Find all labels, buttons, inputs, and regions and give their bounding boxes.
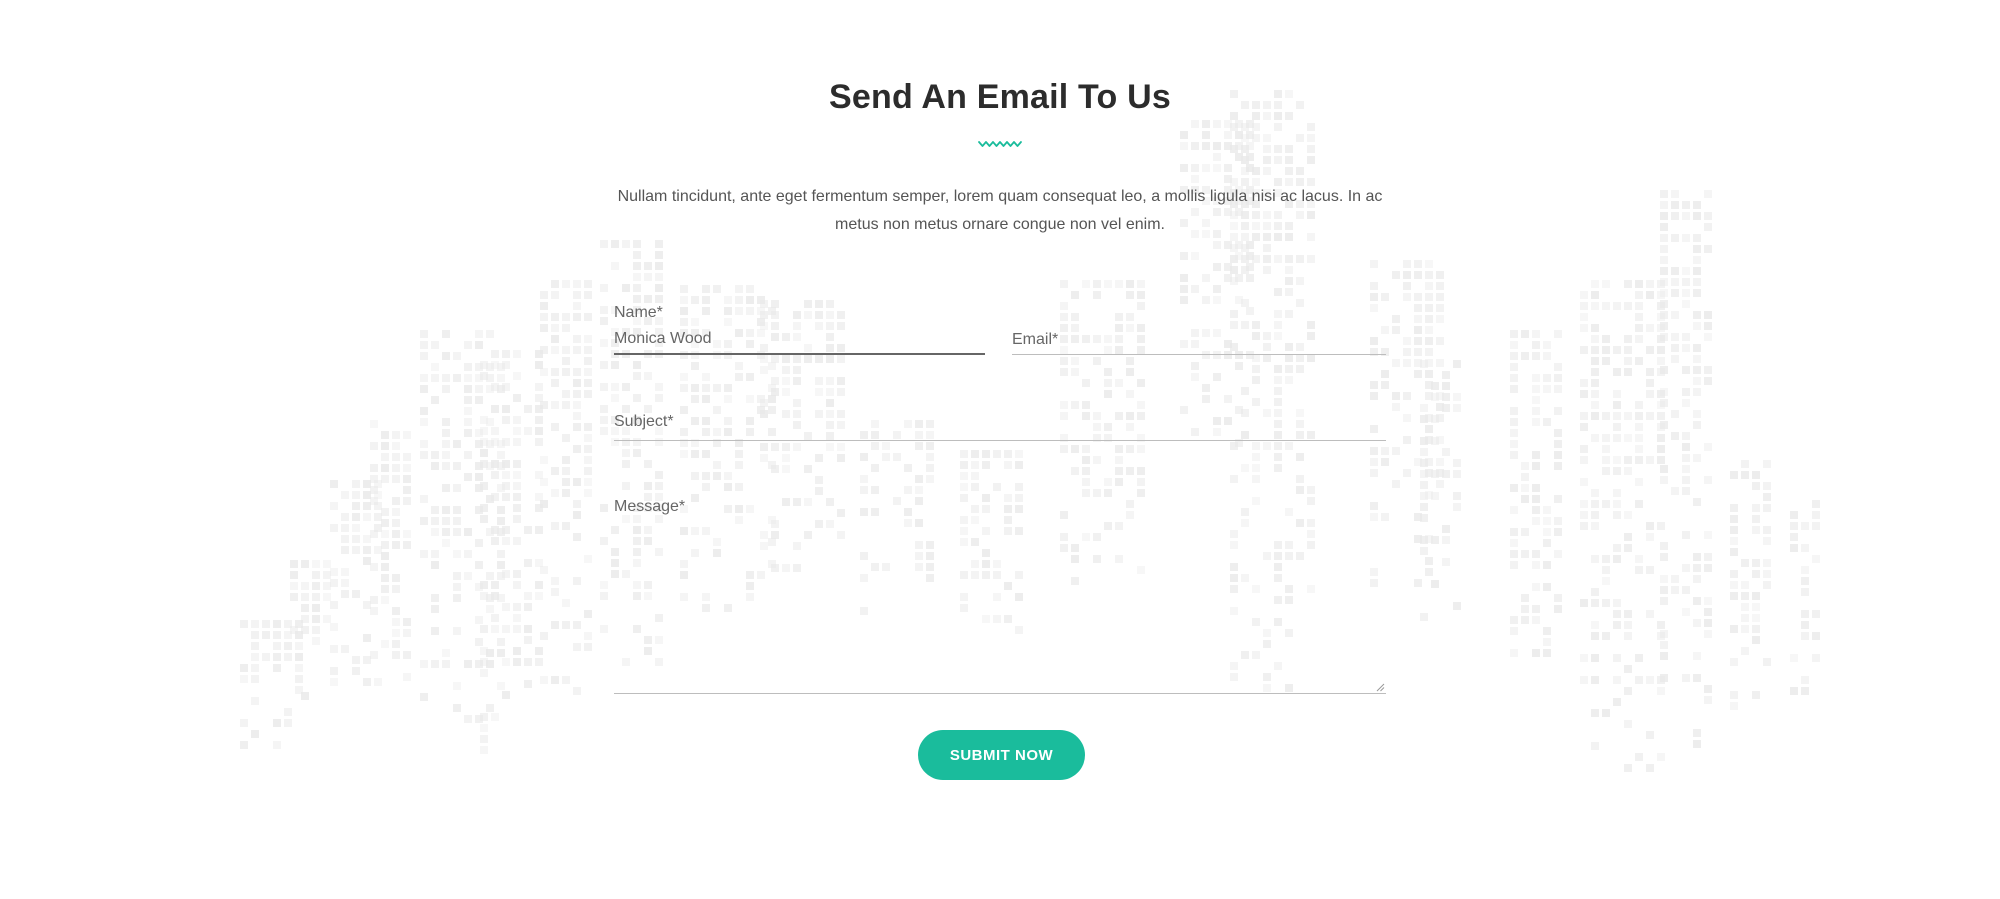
page-title: Send An Email To Us (829, 78, 1171, 116)
email-underline (1012, 354, 1386, 355)
section-intro: Nullam tincidunt, ante eget fermentum se… (617, 188, 1383, 233)
submit-button[interactable]: SUBMIT NOW (918, 730, 1085, 780)
email-input-placeholder[interactable]: Email* (1012, 331, 1058, 349)
message-textarea-placeholder[interactable]: Message* (614, 498, 685, 516)
subject-underline (614, 440, 1386, 441)
message-underline (614, 693, 1386, 694)
resize-grip-icon[interactable] (1376, 683, 1385, 692)
wave-divider-icon (978, 141, 1022, 147)
name-underline (614, 353, 985, 355)
contact-section: Send An Email To Us Nullam tincidunt, an… (0, 0, 2000, 899)
subject-input-placeholder[interactable]: Subject* (614, 413, 674, 431)
name-input[interactable]: Monica Wood (614, 330, 712, 348)
name-label: Name* (614, 304, 663, 321)
